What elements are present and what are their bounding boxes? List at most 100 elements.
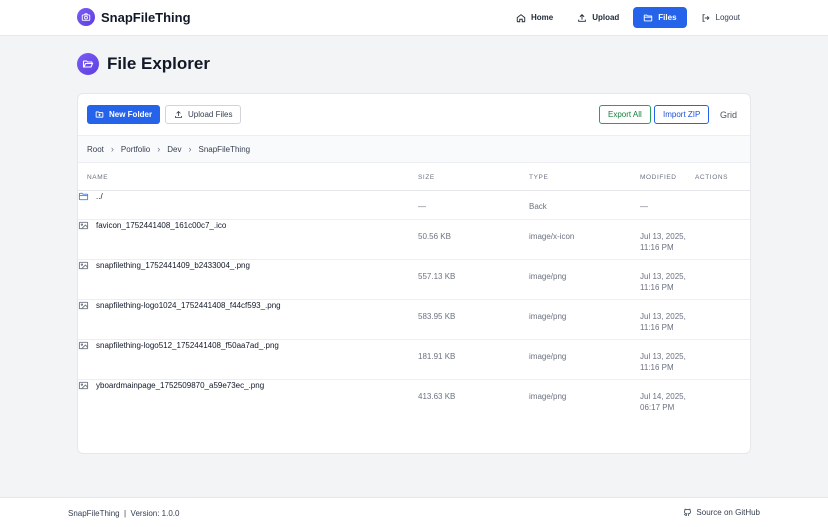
chevron-right-icon: › — [157, 144, 161, 154]
modified-cell: Jul 14, 2025, 06:17 PM — [640, 391, 700, 413]
nav-upload[interactable]: Upload — [567, 7, 629, 28]
nav-logout[interactable]: Logout — [691, 7, 750, 28]
type-cell: Back — [529, 202, 547, 211]
header-type: Type — [529, 174, 549, 181]
modified-time: 11:16 PM — [640, 283, 674, 292]
github-link-label: Source on GitHub — [696, 508, 760, 517]
type-cell: image/png — [529, 392, 567, 401]
toolbar: New Folder Upload Files Export All Impor… — [78, 94, 750, 135]
folder-open-icon — [77, 53, 99, 75]
new-folder-button[interactable]: New Folder — [87, 105, 161, 124]
name-cell: favicon_1752441408_161c00c7_.ico — [78, 220, 750, 231]
new-folder-label: New Folder — [109, 110, 153, 119]
chevron-right-icon: › — [110, 144, 114, 154]
header-modified: Modified — [640, 174, 677, 181]
brand[interactable]: SnapFileThing — [77, 8, 191, 26]
nav-home-label: Home — [530, 13, 554, 22]
grid-view-button[interactable]: Grid — [712, 105, 745, 124]
nav-menu: Home Upload Files Logout — [506, 7, 750, 28]
nav-files[interactable]: Files — [633, 7, 687, 28]
modified-time: 11:16 PM — [640, 323, 674, 332]
modified-cell: Jul 13, 2025, 11:16 PM — [640, 231, 700, 253]
nav-logout-label: Logout — [715, 13, 740, 22]
page-title: File Explorer — [107, 54, 210, 73]
nav-upload-label: Upload — [592, 13, 620, 22]
table-row[interactable]: snapfilething-logo1024_1752441408_f44cf5… — [78, 300, 750, 340]
modified-time: 11:16 PM — [640, 363, 674, 372]
size-cell: 50.56 KB — [418, 232, 451, 241]
grid-view-label: Grid — [720, 109, 738, 120]
modified-time: 11:16 PM — [640, 243, 674, 252]
file-explorer-card: New Folder Upload Files Export All Impor… — [77, 93, 751, 454]
type-cell: image/x-icon — [529, 232, 575, 241]
modified-cell: Jul 13, 2025, 11:16 PM — [640, 311, 700, 333]
brand-name: SnapFileThing — [101, 9, 191, 25]
table-row[interactable]: snapfilething-logo512_1752441408_f50aa7a… — [78, 340, 750, 380]
modified-date: Jul 13, 2025, — [640, 352, 686, 361]
table-row[interactable]: favicon_1752441408_161c00c7_.ico 50.56 K… — [78, 220, 750, 260]
camera-icon — [77, 8, 95, 26]
name-cell: snapfilething-logo512_1752441408_f50aa7a… — [78, 340, 750, 351]
import-zip-button[interactable]: Import ZIP — [654, 105, 710, 124]
size-cell: 413.63 KB — [418, 392, 456, 401]
upload-files-label: Upload Files — [188, 110, 233, 119]
breadcrumb-root[interactable]: Root — [87, 145, 104, 154]
image-file-icon — [78, 221, 89, 230]
modified-cell: Jul 13, 2025, 11:16 PM — [640, 351, 700, 373]
export-all-label: Export All — [608, 110, 642, 119]
modified-time: 06:17 PM — [640, 403, 675, 412]
type-cell: image/png — [529, 352, 567, 361]
nav-files-label: Files — [658, 13, 677, 22]
breadcrumb-dev[interactable]: Dev — [167, 145, 181, 154]
size-cell: — — [418, 202, 426, 211]
type-cell: image/png — [529, 312, 567, 321]
file-table: Name Size Type Modified Actions ../ — Ba… — [78, 164, 750, 420]
table-row-parent[interactable]: ../ — Back — — [78, 191, 750, 220]
name-cell: ../ — [78, 191, 750, 202]
image-file-icon — [78, 341, 89, 350]
upload-files-button[interactable]: Upload Files — [165, 105, 242, 124]
breadcrumb-portfolio[interactable]: Portfolio — [121, 145, 150, 154]
nav-home[interactable]: Home — [506, 7, 563, 28]
name-cell: snapfilething-logo1024_1752441408_f44cf5… — [78, 300, 750, 311]
header-name: Name — [87, 174, 109, 181]
modified-date: Jul 14, 2025, — [640, 392, 686, 401]
size-cell: 583.95 KB — [418, 312, 456, 321]
github-link[interactable]: Source on GitHub — [683, 508, 760, 517]
table-header: Name Size Type Modified Actions — [78, 164, 750, 191]
folder-icon — [78, 192, 89, 201]
page-heading: File Explorer — [77, 53, 210, 75]
name-cell: yboardmainpage_1752509870_a59e73ec_.png — [78, 380, 750, 391]
file-name: yboardmainpage_1752509870_a59e73ec_.png — [96, 381, 265, 390]
size-cell: 181.91 KB — [418, 352, 456, 361]
modified-cell: Jul 13, 2025, 11:16 PM — [640, 271, 700, 293]
folder-plus-icon — [95, 111, 104, 118]
modified-cell: — — [640, 202, 648, 211]
table-row[interactable]: snapfilething_1752441409_b2433004_.png 5… — [78, 260, 750, 300]
modified-date: Jul 13, 2025, — [640, 232, 686, 241]
size-cell: 557.13 KB — [418, 272, 456, 281]
file-name: favicon_1752441408_161c00c7_.ico — [96, 221, 227, 230]
file-name: snapfilething-logo512_1752441408_f50aa7a… — [96, 341, 279, 350]
export-all-button[interactable]: Export All — [599, 105, 651, 124]
image-file-icon — [78, 261, 89, 270]
file-name: snapfilething-logo1024_1752441408_f44cf5… — [96, 301, 281, 310]
modified-date: Jul 13, 2025, — [640, 312, 686, 321]
table-row[interactable]: yboardmainpage_1752509870_a59e73ec_.png … — [78, 380, 750, 420]
parent-dir-name: ../ — [96, 192, 103, 201]
upload-icon — [175, 110, 182, 118]
home-icon — [516, 13, 526, 22]
import-zip-label: Import ZIP — [663, 110, 701, 119]
image-file-icon — [78, 381, 89, 390]
file-name: snapfilething_1752441409_b2433004_.png — [96, 261, 250, 270]
logout-icon — [702, 13, 710, 22]
breadcrumb-snapfilething[interactable]: SnapFileThing — [199, 145, 251, 154]
type-cell: image/png — [529, 272, 567, 281]
footer: SnapFileThing | Version: 1.0.0 Source on… — [0, 497, 828, 527]
name-cell: snapfilething_1752441409_b2433004_.png — [78, 260, 750, 271]
chevron-right-icon: › — [188, 144, 192, 154]
breadcrumb: Root › Portfolio › Dev › SnapFileThing — [78, 135, 750, 163]
header-actions: Actions — [695, 174, 729, 181]
folder-icon — [644, 14, 653, 21]
modified-date: Jul 13, 2025, — [640, 272, 686, 281]
